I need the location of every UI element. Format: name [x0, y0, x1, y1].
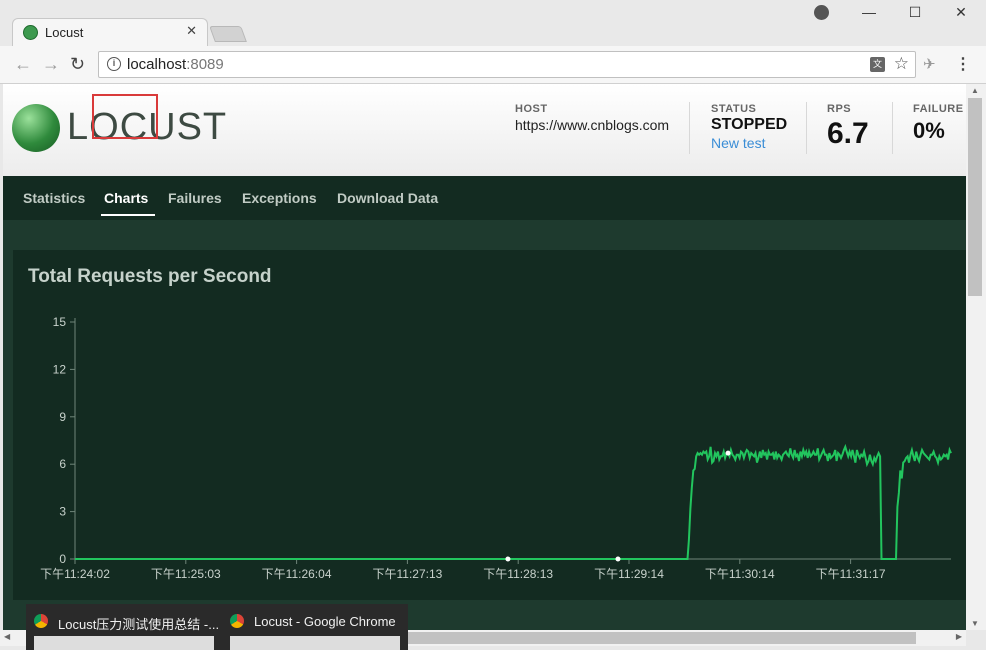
charts-tab-highlight-box [92, 94, 158, 139]
active-tab-underline [101, 214, 155, 216]
taskbar-preview-blog[interactable]: Locust压力测试使用总结 -... [26, 604, 222, 650]
x-tick-label: 下午11:26:04 [262, 567, 332, 581]
address-bar[interactable]: i localhost:8089 文 ☆ [98, 51, 916, 78]
url-text: localhost:8089 [127, 56, 224, 73]
maximize-button[interactable]: ☐ [892, 4, 938, 21]
browser-menu-icon[interactable]: ⋮ [955, 54, 971, 74]
vertical-scrollbar[interactable]: ▲ ▼ [966, 84, 986, 630]
tab-close-icon[interactable]: ✕ [186, 23, 197, 39]
taskbar-preview-label: Locust - Google Chrome [254, 614, 396, 629]
rps-label: RPS [827, 103, 852, 115]
browser-titlebar: Locust ✕ — ☐ ✕ [0, 0, 986, 46]
x-tick-label: 下午11:28:13 [483, 567, 553, 581]
taskbar-preview-locust[interactable]: Locust - Google Chrome [222, 604, 408, 650]
bookmark-star-icon[interactable]: ☆ [894, 54, 909, 74]
status-box: STATUS STOPPED New test [711, 103, 787, 151]
rps-series-line [75, 443, 952, 560]
y-tick-label: 6 [59, 457, 66, 471]
rps-line-chart: 0 3 6 9 12 15 下午11:24:02 下午11:25:03 下午11:26:04 下午… [40, 315, 952, 581]
x-tick-label: 下午11:24:02 [40, 567, 110, 581]
horizontal-scroll-thumb[interactable] [408, 632, 916, 644]
reload-icon[interactable]: ↻ [70, 54, 85, 75]
scroll-right-icon[interactable]: ▶ [956, 632, 962, 641]
x-tick-label: 下午11:31:17 [816, 567, 886, 581]
rps-value: 6.7 [827, 117, 869, 150]
browser-tab[interactable]: Locust ✕ [12, 18, 208, 46]
host-box: HOST https://www.cnblogs.com [515, 103, 669, 133]
rps-data-point [505, 556, 511, 562]
x-tick-label: 下午11:27:13 [372, 567, 442, 581]
site-info-icon[interactable]: i [107, 57, 121, 71]
scroll-down-icon[interactable]: ▼ [971, 619, 979, 628]
tab-statistics[interactable]: Statistics [23, 190, 85, 206]
new-tab-button[interactable] [209, 26, 247, 42]
tab-download-data[interactable]: Download Data [337, 190, 438, 206]
scroll-up-icon[interactable]: ▲ [971, 86, 979, 95]
header-divider [689, 102, 690, 154]
window-thumbnail [34, 636, 214, 650]
locust-logo-icon [12, 104, 60, 152]
tab-title: Locust [45, 25, 84, 40]
translate-icon[interactable]: 文 [870, 57, 885, 72]
profile-icon[interactable] [814, 5, 829, 20]
header-divider [806, 102, 807, 154]
tab-failures[interactable]: Failures [168, 190, 222, 206]
x-tick-label: 下午11:25:03 [151, 567, 221, 581]
locust-navbar: Statistics Charts Failures Exceptions Do… [3, 176, 966, 220]
chrome-icon [34, 614, 48, 628]
browser-toolbar: ← → ↻ i localhost:8089 文 ☆ [0, 46, 986, 84]
extension-icon[interactable]: ✈ [923, 55, 936, 73]
window-thumbnail [230, 636, 400, 650]
failure-box: FAILURE 0% [913, 103, 964, 144]
new-test-link[interactable]: New test [711, 135, 787, 151]
rps-data-point [615, 556, 621, 562]
y-tick-label: 3 [59, 505, 66, 519]
tab-charts[interactable]: Charts [104, 190, 148, 206]
x-tick-label: 下午11:30:14 [705, 567, 775, 581]
failure-value: 0% [913, 118, 945, 143]
x-tick-label: 下午11:29:14 [594, 567, 664, 581]
close-window-button[interactable]: ✕ [938, 4, 984, 21]
chrome-icon [230, 614, 244, 628]
status-value: STOPPED [711, 116, 788, 133]
vertical-scroll-thumb[interactable] [968, 98, 982, 296]
rps-data-point [725, 450, 731, 456]
y-tick-label: 9 [59, 410, 66, 424]
host-label: HOST [515, 103, 548, 115]
taskbar-preview-label: Locust压力测试使用总结 -... [58, 617, 220, 632]
y-tick-label: 0 [59, 552, 66, 566]
y-tick-label: 15 [53, 315, 67, 329]
locust-page: LOCUST HOST https://www.cnblogs.com STAT… [3, 84, 966, 630]
chart-panel: Total Requests per Second 0 3 6 9 12 15 下午11:2… [13, 250, 966, 600]
y-tick-label: 12 [53, 362, 67, 376]
failure-label: FAILURE [913, 103, 964, 115]
locust-favicon-icon [23, 25, 38, 40]
host-value: https://www.cnblogs.com [515, 117, 670, 133]
forward-arrow-icon[interactable]: → [42, 54, 60, 75]
scroll-left-icon[interactable]: ◀ [4, 632, 10, 641]
tab-exceptions[interactable]: Exceptions [242, 190, 317, 206]
status-label: STATUS [711, 103, 757, 115]
back-arrow-icon[interactable]: ← [14, 54, 32, 75]
rps-box: RPS 6.7 [827, 103, 869, 151]
minimize-button[interactable]: — [846, 4, 892, 20]
header-divider [892, 102, 893, 154]
